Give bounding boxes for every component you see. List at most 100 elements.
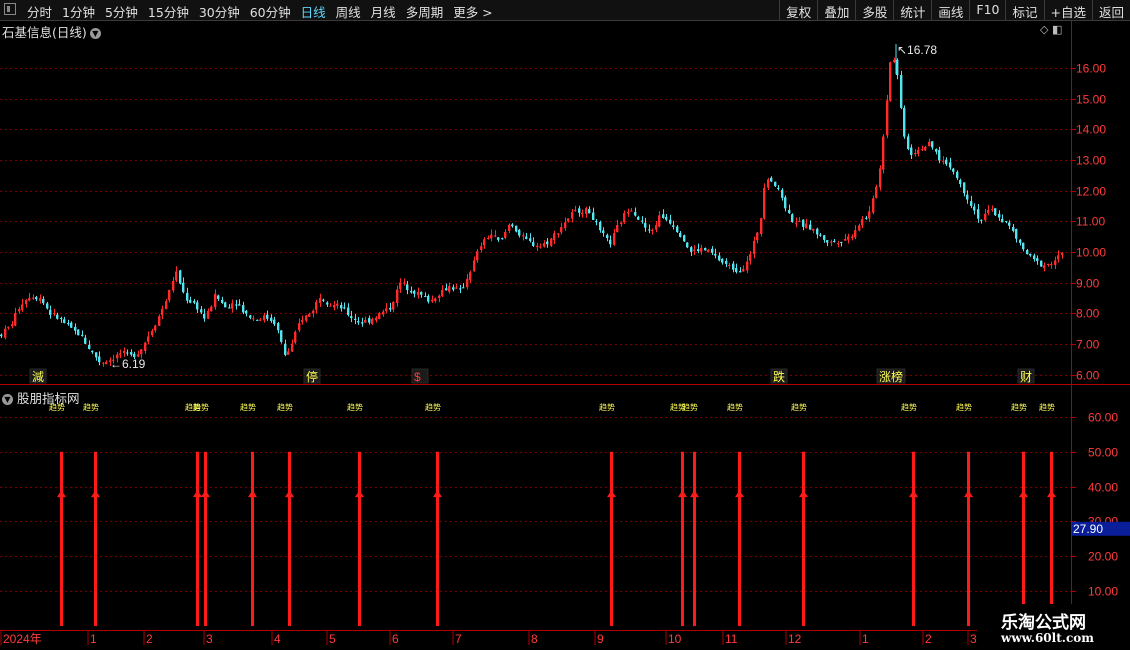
candle-body — [242, 305, 245, 313]
price-tick-label: 8.00 — [1076, 307, 1100, 321]
candle-body — [928, 141, 931, 147]
candle-body — [497, 237, 500, 240]
brand-name: 乐淘公式网 — [1001, 613, 1086, 633]
time-axis-label: 9 — [597, 632, 604, 646]
candle-body — [672, 225, 675, 227]
candle-body — [210, 306, 213, 312]
candle-body — [7, 326, 10, 328]
candle-body — [4, 328, 7, 338]
candle-body — [382, 311, 385, 315]
candle-body — [546, 241, 549, 245]
time-axis-label: 7 — [455, 632, 462, 646]
candle-body — [354, 318, 357, 320]
candle-body — [81, 335, 84, 337]
signal-arrow — [201, 490, 210, 498]
candle-body — [872, 198, 875, 213]
signal-label: 趋势 — [277, 402, 293, 412]
signal-arrow — [91, 490, 100, 498]
candle-body — [756, 232, 759, 241]
candle-body — [560, 227, 563, 233]
candle-body — [949, 162, 952, 168]
candle-body — [158, 316, 161, 326]
candle-body — [616, 225, 619, 233]
candle-body — [130, 352, 133, 355]
candle-body — [364, 319, 367, 323]
candle-body — [606, 234, 609, 239]
price-tick-label: 14.00 — [1076, 123, 1106, 137]
candle-body — [305, 315, 308, 321]
signal-label: 趋势 — [727, 402, 743, 412]
candle-body — [574, 210, 577, 212]
candle-body — [760, 218, 763, 235]
candle-body — [816, 228, 819, 235]
signal-arrow — [799, 490, 808, 498]
candle-body — [483, 239, 486, 246]
candle-body — [707, 249, 710, 252]
candle-body — [340, 304, 343, 309]
candle-body — [224, 302, 227, 308]
candle-body — [588, 209, 591, 214]
candle-body — [207, 310, 210, 319]
candle-body — [914, 153, 917, 155]
chart-canvas[interactable]: 6.00 7.00 8.00 9.00 10.00 11.00 12.00 13.00 14.0… — [0, 0, 1130, 650]
candle-body — [308, 313, 311, 317]
event-marker-label: 停 — [306, 369, 318, 384]
candle-body — [865, 217, 868, 219]
time-axis-label: 1 — [90, 632, 97, 646]
candle-body — [942, 160, 945, 162]
price-tick-label: 11.00 — [1076, 215, 1105, 229]
current-value-label: 27.90 — [1073, 522, 1103, 536]
price-tick-label: 12.00 — [1076, 185, 1106, 199]
signal-label: 趋势 — [193, 402, 209, 412]
candle-body — [518, 229, 521, 236]
candle-body — [312, 310, 315, 314]
candle-body — [322, 299, 325, 301]
time-axis-label: 2024年 — [3, 632, 42, 646]
candle-body — [767, 179, 770, 188]
candle-body — [203, 313, 206, 319]
candle-body — [532, 242, 535, 247]
candle-body — [602, 230, 605, 234]
candle-body — [882, 136, 885, 170]
candle-body — [823, 235, 826, 240]
candle-body — [175, 271, 178, 281]
candle-body — [186, 292, 189, 301]
candle-body — [851, 236, 854, 239]
candle-body — [14, 313, 17, 326]
candle-body — [329, 305, 332, 307]
candle-body — [256, 319, 259, 321]
candle-body — [347, 307, 350, 316]
candle-body — [413, 290, 416, 294]
signal-label: 趋势 — [599, 402, 615, 412]
signal-arrow — [1019, 490, 1028, 498]
candle-body — [95, 352, 98, 358]
candle-body — [637, 216, 640, 220]
candle-body — [448, 286, 451, 292]
candle-body — [291, 343, 294, 352]
signal-label: 趋势 — [49, 402, 65, 412]
event-marker-label: $ — [414, 370, 421, 384]
candle-body — [984, 213, 987, 221]
candle-body — [420, 291, 423, 295]
candle-body — [375, 317, 378, 321]
candle-body — [182, 282, 185, 293]
candle-body — [371, 319, 374, 324]
price-tick-label: 13.00 — [1076, 154, 1106, 168]
candlestick-series — [0, 57, 1064, 367]
candle-body — [249, 315, 252, 318]
candle-body — [392, 301, 395, 310]
candle-body — [266, 314, 269, 319]
candle-body — [1047, 263, 1050, 266]
candle-body — [945, 159, 948, 165]
candle-body — [746, 261, 749, 271]
candle-body — [1050, 264, 1053, 266]
candle-body — [431, 299, 434, 302]
candle-body — [1008, 222, 1011, 226]
candle-body — [165, 301, 168, 310]
candle-body — [676, 226, 679, 233]
candle-body — [802, 219, 805, 227]
candle-body — [550, 238, 553, 246]
candle-body — [966, 194, 969, 200]
candle-body — [466, 278, 469, 288]
candle-body — [154, 325, 157, 331]
